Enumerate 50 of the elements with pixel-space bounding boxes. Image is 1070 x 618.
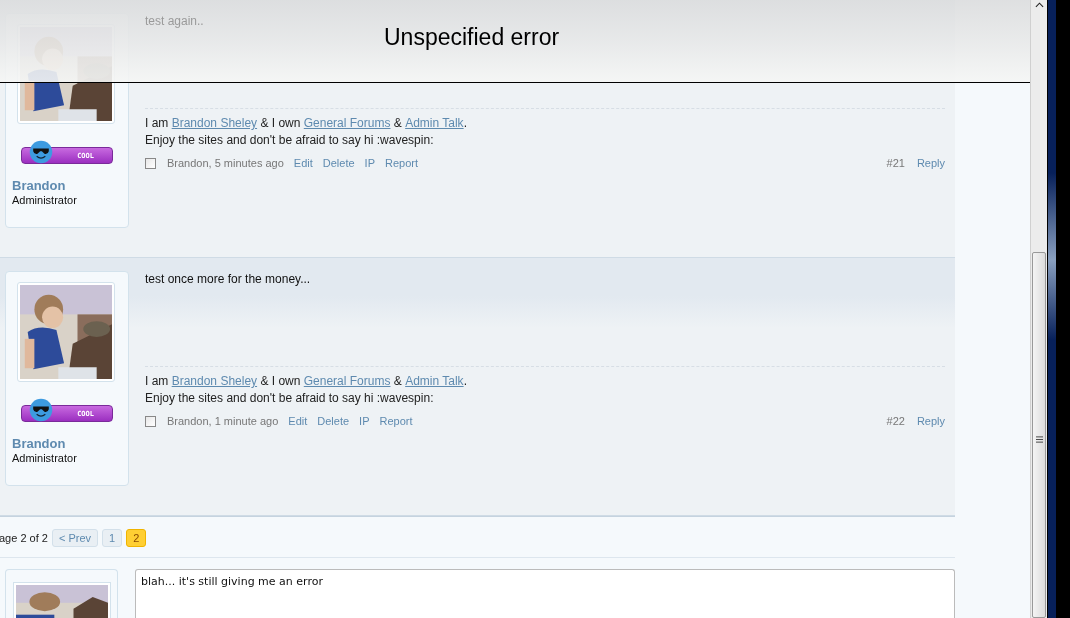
- post-number[interactable]: #21: [886, 157, 905, 169]
- signature-text: &: [392, 115, 403, 132]
- post-meta: Brandon, 5 minutes ago: [167, 157, 284, 169]
- post-action-link[interactable]: Report: [385, 157, 418, 169]
- signature-link[interactable]: Admin Talk: [405, 373, 464, 390]
- signature-text: &: [392, 373, 403, 390]
- post-action-link[interactable]: Report: [379, 415, 413, 427]
- post-action-link[interactable]: IP: [364, 157, 375, 169]
- author-link[interactable]: Brandon: [12, 178, 66, 193]
- signature-text: Enjoy the sites and don't be afraid to say hi :wavespin:: [145, 390, 434, 407]
- author-link[interactable]: Brandon: [12, 436, 66, 451]
- signature-text: I am: [145, 115, 170, 132]
- select-checkbox[interactable]: [145, 415, 156, 427]
- post-message: test again..: [145, 14, 204, 28]
- post-number[interactable]: #22: [886, 415, 905, 427]
- user-role: Administrator: [12, 452, 77, 464]
- signature-text: I am: [145, 373, 170, 390]
- signature-link[interactable]: Brandon Sheley: [171, 115, 258, 132]
- scroll-thumb[interactable]: [1032, 252, 1046, 618]
- signature-text: Enjoy the sites and don't be afraid to say hi :wavespin:: [145, 132, 434, 149]
- user-role: Administrator: [12, 194, 77, 206]
- smiley-icon: [28, 397, 54, 423]
- post-action-link[interactable]: Delete: [317, 415, 350, 427]
- post-message: test once more for the money...: [145, 272, 311, 286]
- page-count: age 2 of 2: [0, 532, 48, 544]
- page-button[interactable]: 1: [102, 529, 123, 547]
- post-action-link[interactable]: IP: [359, 415, 370, 427]
- prev-page-button[interactable]: < Prev: [51, 529, 99, 547]
- reply-link[interactable]: Reply: [916, 415, 945, 427]
- page-button[interactable]: 2: [126, 529, 147, 547]
- signature-link[interactable]: General Forums: [303, 373, 391, 390]
- grip-icon: [1035, 435, 1043, 443]
- scroll-up-icon[interactable]: [1034, 2, 1044, 8]
- signature-link[interactable]: Admin Talk: [405, 115, 464, 132]
- error-title: Unspecified error: [384, 24, 560, 51]
- signature-text: .: [463, 115, 467, 132]
- scrollbar[interactable]: [1030, 0, 1047, 618]
- signature-link[interactable]: Brandon Sheley: [171, 373, 258, 390]
- post-action-link[interactable]: Delete: [322, 157, 355, 169]
- smiley-icon: [28, 139, 54, 165]
- signature-text: .: [463, 373, 467, 390]
- signature-text: & I own: [259, 373, 302, 390]
- post-meta: Brandon, 1 minute ago: [167, 415, 279, 427]
- signature-text: & I own: [259, 115, 302, 132]
- select-checkbox[interactable]: [145, 157, 156, 169]
- post-action-link[interactable]: Edit: [293, 157, 313, 169]
- reply-link[interactable]: Reply: [916, 157, 945, 169]
- post-action-link[interactable]: Edit: [288, 415, 308, 427]
- reply-input-field[interactable]: blah... it's still giving me an error: [135, 569, 955, 618]
- signature-link[interactable]: General Forums: [303, 115, 391, 132]
